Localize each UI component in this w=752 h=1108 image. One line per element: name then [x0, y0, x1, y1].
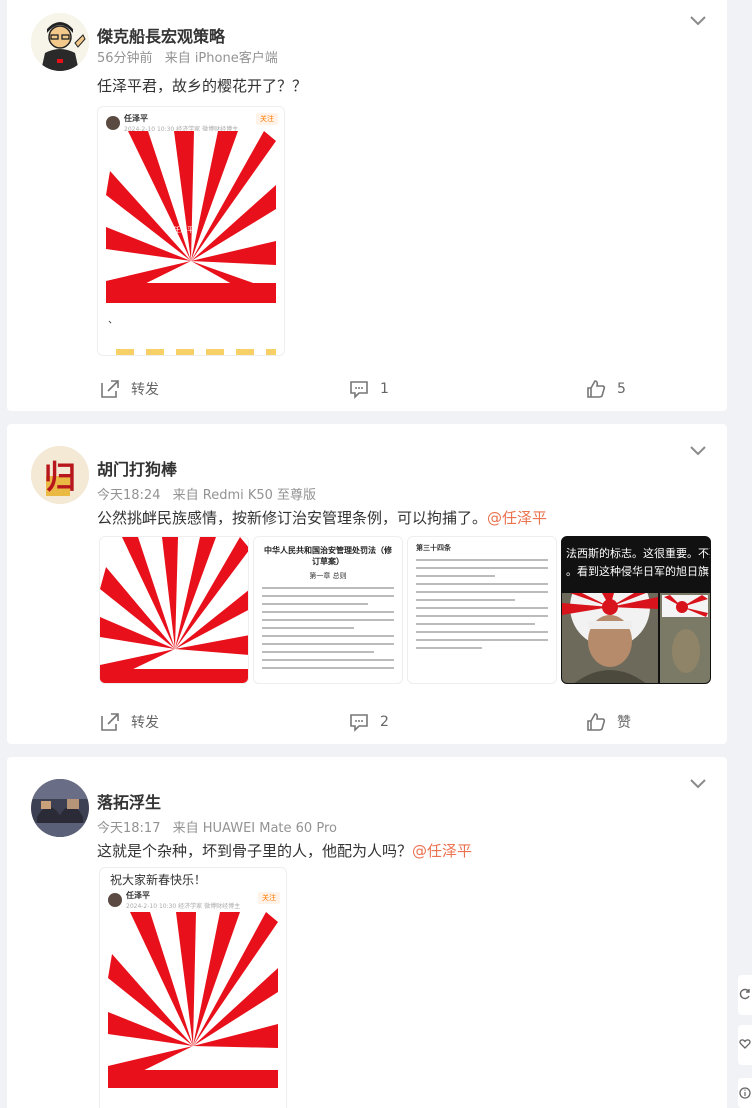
avatar-glyph: 归: [44, 458, 76, 496]
post-source: 来自 Redmi K50 至尊版: [172, 488, 317, 503]
like-count: 5: [617, 381, 626, 397]
chevron-down-icon[interactable]: [689, 444, 707, 458]
post-text-body: 公然挑衅民族感情，按新修订治安管理条例，可以拘捕了。: [97, 509, 488, 527]
rising-sun-flag-image: [106, 131, 276, 303]
post-card: 落拓浮生 今天18:17 来自 HUAWEI Mate 60 Pro 这就是个杂…: [7, 757, 727, 1108]
repost-label: 转发: [131, 382, 159, 398]
like-button[interactable]: 赞: [585, 708, 631, 736]
trailing-text: 、: [108, 315, 118, 326]
avatar[interactable]: [31, 13, 89, 71]
info-button[interactable]: [738, 1078, 752, 1108]
embedded-date: 2024-2-10 10:30 经济学家 微博财经博主: [126, 903, 241, 910]
post-actions: 转发 2 赞: [7, 708, 727, 736]
username[interactable]: 胡门打狗棒: [97, 456, 177, 480]
post-time[interactable]: 今天18:17: [97, 821, 160, 836]
embedded-greeting: 祝大家新春快乐！: [110, 873, 207, 887]
repost-icon: [101, 713, 119, 731]
mini-avatar: [108, 893, 122, 907]
post-text-body: 这就是个杂种，坏到骨子里的人，他配为人吗？: [97, 842, 413, 860]
comment-count: 2: [380, 714, 389, 730]
document-title: 中华人民共和国治安管理处罚法（修订草案）: [264, 546, 392, 566]
post-meta: 56分钟前 来自 iPhone客户端: [97, 47, 278, 66]
comment-button[interactable]: 1: [348, 375, 389, 403]
heart-hand-icon: [739, 1039, 751, 1049]
post-text: 公然挑衅民族感情，按新修订治安管理条例，可以拘捕了。@任泽平: [97, 507, 547, 528]
comment-count: 1: [380, 381, 389, 397]
caption-line-1: 法西斯的标志。这很重要。不要: [566, 547, 711, 560]
username[interactable]: 傑克船長宏观策略: [97, 23, 225, 47]
post-image[interactable]: 法西斯的标志。这很重要。不要 。看到这种侵华日军的旭日旗: [561, 536, 711, 684]
like-label: 赞: [617, 715, 631, 731]
rising-sun-flag-image: [108, 912, 278, 1088]
caption-line-2: 。看到这种侵华日军的旭日旗: [566, 565, 709, 578]
post-meta: 今天18:17 来自 HUAWEI Mate 60 Pro: [97, 817, 337, 836]
post-text: 这就是个杂种，坏到骨子里的人，他配为人吗？@任泽平: [97, 840, 472, 861]
avatar[interactable]: [31, 779, 89, 837]
repost-icon: [101, 380, 119, 398]
chevron-down-icon[interactable]: [689, 777, 707, 791]
feedback-button[interactable]: [738, 1025, 752, 1065]
embedded-follow-badge: 关注: [258, 892, 280, 904]
image-watermark: @任泽平: [166, 226, 194, 234]
repost-label: 转发: [131, 715, 159, 731]
embedded-header: 任泽平 2024-2-10 10:30 经济学家 微博财经博主: [106, 113, 238, 133]
post-card: 傑克船長宏观策略 56分钟前 来自 iPhone客户端 任泽平君，故乡的樱花开了…: [7, 0, 727, 411]
repost-button[interactable]: 转发: [99, 375, 159, 403]
comment-icon: [350, 714, 368, 732]
document-body: [262, 587, 394, 669]
post-image[interactable]: [99, 536, 249, 684]
username[interactable]: 落拓浮生: [97, 789, 161, 813]
like-icon: [587, 380, 606, 398]
chevron-down-icon[interactable]: [689, 14, 707, 28]
embedded-follow-badge: 关注: [256, 113, 278, 125]
like-icon: [587, 713, 606, 731]
post-actions: 转发 1 5: [7, 375, 727, 403]
document-body: [416, 559, 548, 649]
mention-link[interactable]: @任泽平: [412, 842, 472, 860]
post-text: 任泽平君，故乡的樱花开了？？: [97, 77, 308, 95]
embedded-author: 任泽平: [126, 891, 150, 900]
post-card: 归 胡门打狗棒 今天18:24 来自 Redmi K50 至尊版 公然挑衅民族感…: [7, 424, 727, 744]
like-button[interactable]: 5: [585, 375, 626, 403]
comment-icon: [350, 381, 368, 399]
post-image[interactable]: 祝大家新春快乐！ 任泽平 2024-2-10 10:30 经济学家 微博财经博主…: [99, 867, 287, 1108]
post-source: 来自 HUAWEI Mate 60 Pro: [172, 821, 337, 836]
embedded-author: 任泽平: [124, 114, 148, 123]
mention-link[interactable]: @任泽平: [487, 509, 547, 527]
post-source: 来自 iPhone客户端: [164, 51, 278, 66]
rising-sun-flag-image: [100, 537, 248, 683]
comment-button[interactable]: 2: [348, 708, 389, 736]
post-image[interactable]: 中华人民共和国治安管理处罚法（修订草案） 第一章 总则: [253, 536, 403, 684]
post-image[interactable]: 任泽平 2024-2-10 10:30 经济学家 微博财经博主 关注 @任泽平 …: [97, 106, 285, 356]
post-time[interactable]: 56分钟前: [97, 51, 153, 66]
image-caption: 法西斯的标志。这很重要。不要 。看到这种侵华日军的旭日旗: [566, 545, 711, 581]
soldier-photo-collage: [562, 593, 710, 683]
mini-avatar: [106, 116, 120, 130]
refresh-icon: [739, 988, 750, 1000]
info-icon: [739, 1087, 751, 1099]
refresh-button[interactable]: [738, 975, 752, 1015]
document-chapter: 第一章 总则: [309, 572, 347, 580]
document-article: 第三十四条: [416, 544, 451, 552]
weibo-feed: 傑克船長宏观策略 56分钟前 来自 iPhone客户端 任泽平君，故乡的樱花开了…: [0, 0, 752, 1108]
avatar[interactable]: 归: [31, 446, 89, 504]
right-sidebar-edge: [738, 0, 752, 1108]
embedded-header: 任泽平 2024-2-10 10:30 经济学家 微博财经博主: [108, 890, 240, 910]
post-time[interactable]: 今天18:24: [97, 488, 160, 503]
post-meta: 今天18:24 来自 Redmi K50 至尊版: [97, 484, 316, 503]
post-image[interactable]: 第三十四条: [407, 536, 557, 684]
cropped-yellow-text: [116, 349, 276, 355]
repost-button[interactable]: 转发: [99, 708, 159, 736]
